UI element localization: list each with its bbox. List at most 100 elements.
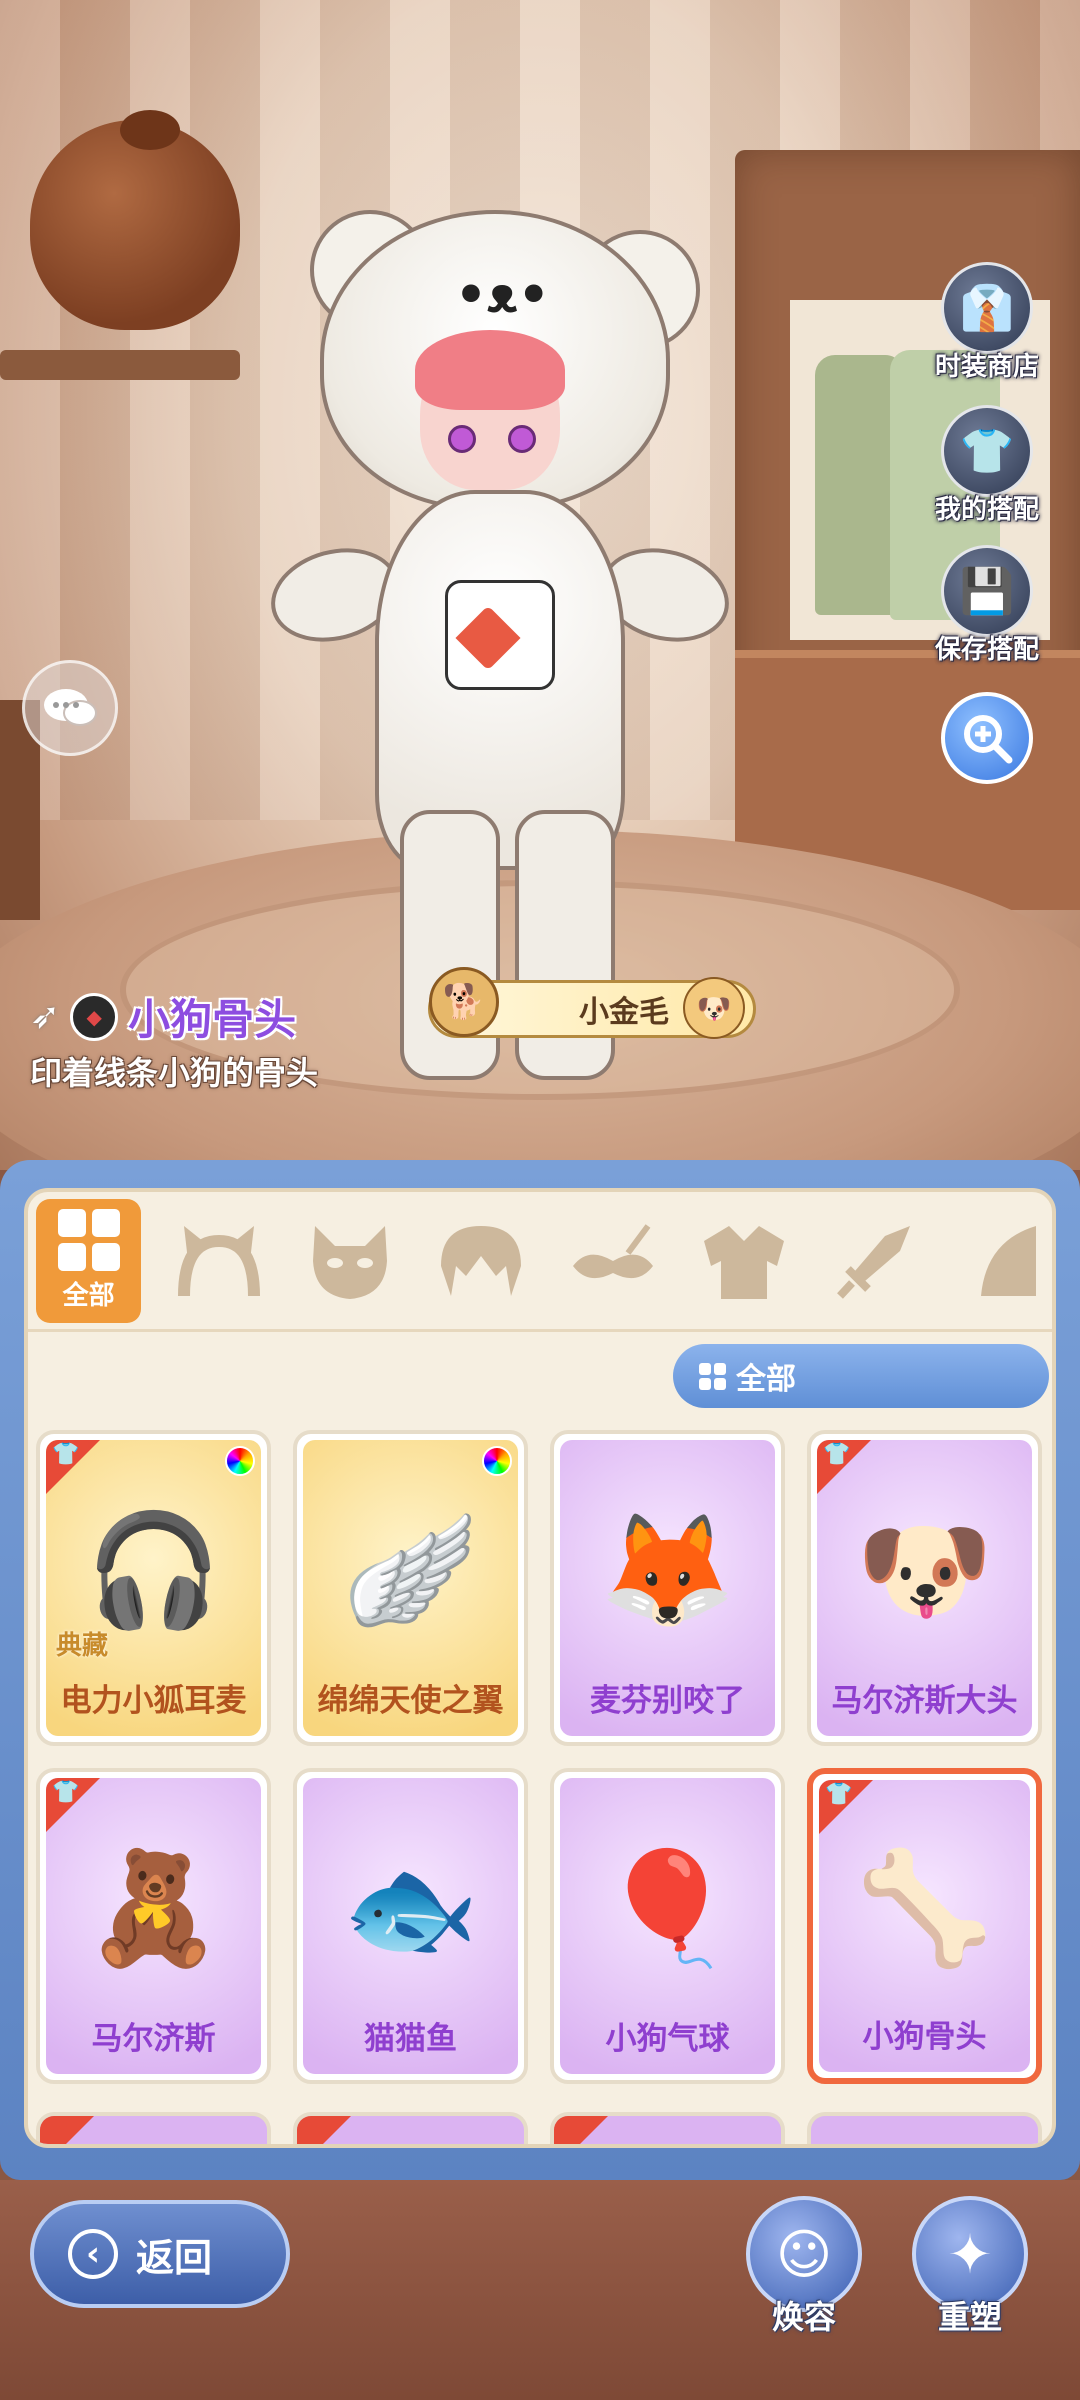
makeover-label: 焕容: [771, 2298, 836, 2336]
top-icon: [703, 1225, 784, 1299]
item-description: 印着线条小狗的骨头: [30, 1054, 319, 1092]
item-art: 🎧: [85, 1506, 222, 1635]
item-card-label: 绵绵天使之翼: [317, 1683, 504, 1719]
item-card-label: 麦芬别咬了: [590, 1683, 745, 1719]
item-card-label: 小狗骨头: [862, 2019, 987, 2055]
item-card[interactable]: 🎈 小狗气球: [550, 1768, 785, 2084]
my-outfits-label: 我的搭配: [934, 495, 1039, 525]
decor-pot: [30, 120, 240, 330]
item-art: 🐶: [856, 1506, 993, 1635]
item-art: 🦴: [856, 1844, 993, 1973]
back-chevron-icon: ‹: [68, 2229, 118, 2279]
decor-shelf: [0, 350, 240, 380]
tab-hair[interactable]: [428, 1199, 535, 1323]
item-grid-next-row: [36, 2112, 1052, 2144]
tab-all[interactable]: 全部: [36, 1198, 142, 1323]
character-eye: [508, 425, 536, 453]
shirt-icon: 👕: [823, 1442, 851, 1467]
item-card-label: 马尔济斯: [91, 2021, 216, 2057]
zoom-in-icon: [964, 715, 1013, 764]
back-label: 返回: [136, 2235, 213, 2280]
brand-logo-icon: ◆: [70, 992, 119, 1041]
item-art: 🧸: [85, 1844, 222, 1973]
item-card-label: 马尔济斯大头: [831, 1683, 1018, 1719]
clothing-tag-icon: [40, 2116, 94, 2144]
makeover-button[interactable]: ☺ 焕容: [744, 2196, 864, 2338]
fashion-shop-label: 时装商店: [934, 352, 1039, 382]
character-eye: [448, 425, 476, 453]
tab-weapon[interactable]: [822, 1199, 929, 1323]
item-card[interactable]: 👕 🐶 马尔济斯大头: [807, 1430, 1042, 1746]
character-leg: [400, 810, 500, 1080]
clothing-tag-icon: [554, 2116, 608, 2144]
golden-puppy-icon: 🐕: [429, 967, 499, 1037]
item-card[interactable]: 🐟 猫猫鱼: [293, 1768, 528, 2084]
back-button[interactable]: ‹ 返回: [30, 2200, 290, 2308]
save-disk-icon: 💾: [941, 545, 1033, 637]
character-model[interactable]: •ᴥ•: [260, 190, 740, 1090]
item-card[interactable]: 🦊 麦芬别咬了: [550, 1430, 785, 1746]
item-card[interactable]: 👕 🎧 典藏 电力小狐耳麦: [36, 1430, 271, 1746]
filter-dropdown[interactable]: 全部: [673, 1344, 1049, 1408]
character-hair: [415, 330, 565, 410]
my-outfits-button[interactable]: 👕 我的搭配: [922, 405, 1052, 526]
puppy-face-icon: 🐶: [683, 977, 745, 1039]
pet-tag[interactable]: 🐕 小金毛 🐶: [428, 967, 756, 1039]
hair-icon: [441, 1225, 522, 1296]
grid-icon: [57, 1209, 120, 1271]
bear-face-icon: •ᴥ•: [455, 266, 550, 324]
item-card[interactable]: [293, 2112, 528, 2144]
wardrobe-panel: 全部 全部 👕 🎧 典藏 电力小狐耳麦 🪽 绵绵天使之翼 🦊 麦芬别咬了 👕 🐶…: [0, 1160, 1080, 2180]
tab-headwear[interactable]: [165, 1199, 272, 1323]
tab-all-label: 全部: [62, 1281, 115, 1311]
item-card[interactable]: 🪽 绵绵天使之翼: [293, 1430, 528, 1746]
item-grid: 👕 🎧 典藏 电力小狐耳麦 🪽 绵绵天使之翼 🦊 麦芬别咬了 👕 🐶 马尔济斯大…: [36, 1430, 1052, 2084]
sword-icon: [837, 1225, 911, 1299]
tab-top[interactable]: [690, 1199, 797, 1323]
save-outfit-button[interactable]: 💾 保存搭配: [922, 545, 1052, 666]
shirt-icon: 👕: [52, 1780, 80, 1805]
item-name: 小狗骨头: [128, 995, 297, 1044]
filter-label: 全部: [736, 1362, 796, 1397]
item-card[interactable]: [36, 2112, 271, 2144]
fashion-shop-button[interactable]: 👔 时装商店: [922, 262, 1052, 383]
color-variant-icon: [482, 1446, 512, 1476]
zoom-in-button[interactable]: [941, 692, 1033, 784]
shirt-question-icon: 👕: [941, 405, 1033, 497]
save-outfit-label: 保存搭配: [934, 635, 1039, 665]
item-card[interactable]: [807, 2112, 1042, 2144]
pet-name: 小金毛: [579, 995, 669, 1030]
item-art: 🪽: [342, 1506, 479, 1635]
item-card-selected[interactable]: 👕 🦴 小狗骨头: [807, 1768, 1042, 2084]
item-card-label: 猫猫鱼: [364, 2021, 457, 2057]
clothing-tag-icon: [297, 2116, 351, 2144]
shirt-store-icon: 👔: [941, 262, 1033, 354]
cape-icon: [981, 1225, 1037, 1296]
cat-ear-headband-icon: [177, 1225, 260, 1296]
item-art: 🦊: [599, 1506, 736, 1635]
item-card-label: 小狗气球: [605, 2021, 730, 2057]
shirt-icon: 👕: [825, 1782, 853, 1807]
shirt-icon: 👕: [52, 1442, 80, 1467]
character-leg: [515, 810, 615, 1080]
chat-bubble-icon: [44, 689, 97, 726]
collection-badge: 典藏: [56, 1631, 109, 1661]
tab-mask[interactable]: [297, 1199, 404, 1323]
item-info-title-row: ➶ ◆ 小狗骨头: [30, 986, 296, 1047]
tab-cape[interactable]: [953, 1199, 1052, 1323]
eye-mask-icon: [572, 1223, 653, 1278]
mask-icon: [313, 1225, 388, 1299]
item-card[interactable]: [550, 2112, 785, 2144]
item-art: 🐟: [342, 1844, 479, 1973]
color-variant-icon: [225, 1446, 255, 1476]
chat-button[interactable]: [22, 660, 118, 756]
item-card[interactable]: 👕 🧸 马尔济斯: [36, 1768, 271, 2084]
reshape-button[interactable]: ✦ 重塑: [910, 2196, 1030, 2338]
grid-icon: [699, 1362, 726, 1390]
category-tabs: 全部: [28, 1192, 1052, 1332]
item-art: 🎈: [599, 1844, 736, 1973]
tab-eyewear[interactable]: [559, 1199, 666, 1323]
wardrobe-panel-inner: 全部 全部 👕 🎧 典藏 电力小狐耳麦 🪽 绵绵天使之翼 🦊 麦芬别咬了 👕 🐶…: [24, 1188, 1056, 2148]
decor-pot-lid: [120, 110, 180, 150]
item-card-label: 电力小狐耳麦: [60, 1683, 247, 1719]
